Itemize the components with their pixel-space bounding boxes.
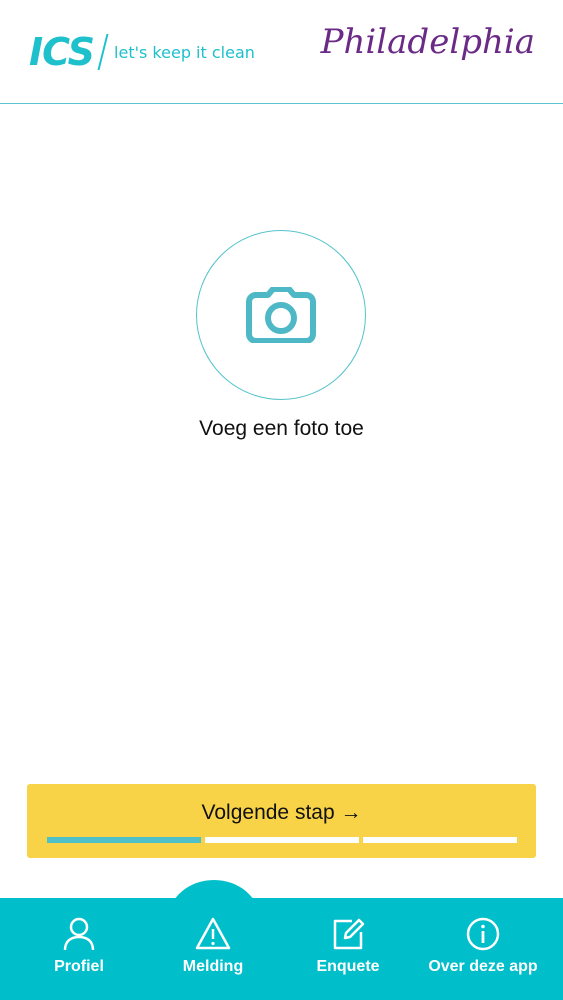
nav-item-over-deze-app[interactable]: Over deze app (416, 916, 550, 986)
progress-step-1 (47, 837, 201, 843)
nav-item-enquete[interactable]: Enquete (281, 916, 415, 986)
nav-label-enquete: Enquete (316, 958, 380, 975)
progress-step-2 (205, 837, 359, 843)
ics-tagline: let's keep it clean (114, 42, 255, 62)
person-icon (63, 917, 95, 951)
nav-item-profiel[interactable]: Profiel (12, 916, 146, 986)
ics-logo: ICS let's keep it clean (29, 30, 255, 74)
add-photo-label: Voeg een foto toe (199, 417, 364, 440)
next-step-button[interactable]: Volgende stap → (27, 784, 536, 858)
next-step-label: Volgende stap → (201, 801, 362, 824)
logo-divider (97, 34, 109, 70)
step-progress (47, 837, 517, 843)
camera-icon (246, 287, 316, 343)
add-photo-button[interactable] (196, 230, 366, 400)
ics-logo-mark: ICS (29, 30, 95, 74)
nav-label-over-deze-app: Over deze app (428, 958, 538, 975)
progress-step-3 (363, 837, 517, 843)
nav-label-melding: Melding (182, 958, 244, 975)
philadelphia-logo: Philadelphia (320, 22, 535, 62)
nav-item-melding[interactable]: Melding (146, 916, 280, 986)
warning-icon (195, 917, 231, 950)
nav-label-profiel: Profiel (54, 958, 104, 975)
edit-icon (333, 918, 365, 950)
app-header: ICS let's keep it clean Philadelphia (0, 0, 563, 104)
info-icon (466, 917, 500, 951)
